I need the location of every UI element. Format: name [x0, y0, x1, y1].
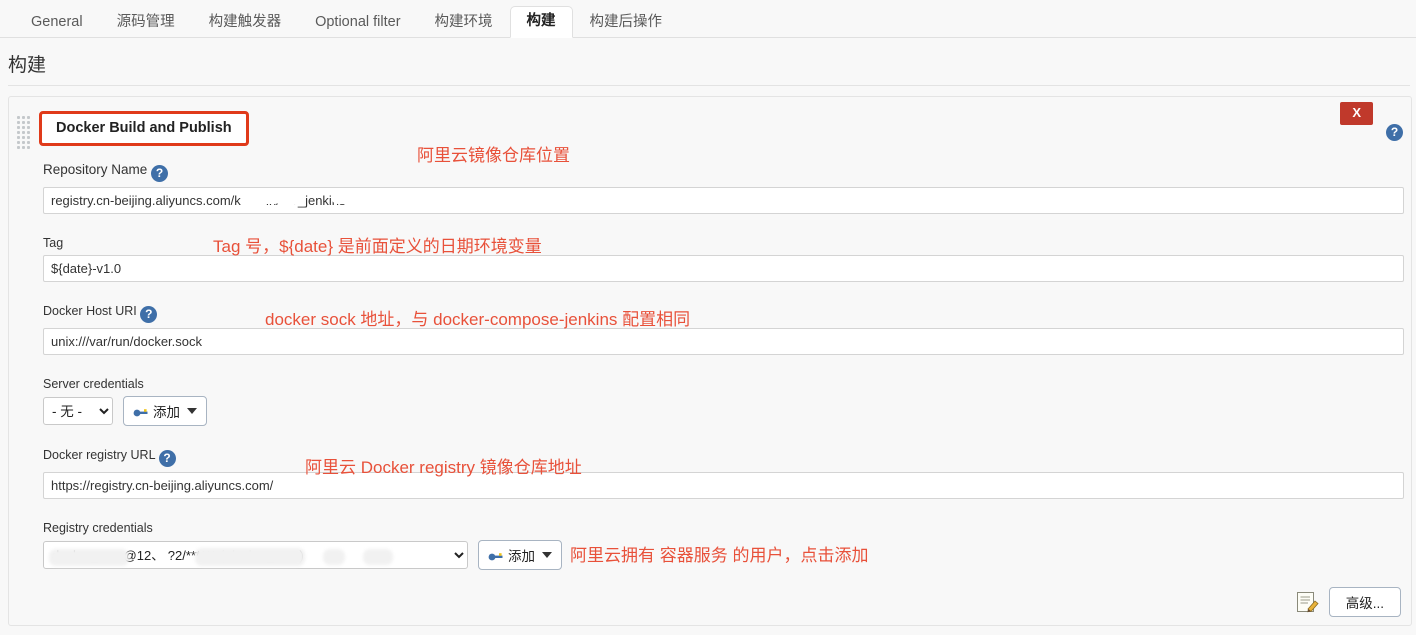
heading-divider [8, 85, 1410, 86]
server-credentials-row: - 无 - 添加 [43, 396, 1397, 426]
field-docker-host-uri: Docker Host URI ? [43, 304, 1404, 355]
docker-host-uri-label: Docker Host URI ? [43, 304, 1397, 323]
add-server-credentials-button[interactable]: 添加 [123, 396, 207, 426]
tab-6[interactable]: 构建后操作 [573, 7, 680, 39]
field-server-credentials: Server credentials - 无 - 添加 [43, 377, 1397, 426]
help-icon[interactable]: ? [158, 450, 176, 467]
tab-2[interactable]: 构建触发器 [192, 7, 299, 39]
tab-5[interactable]: 构建 [509, 5, 573, 38]
panel-footer-actions: 高级... [1295, 587, 1401, 617]
notepad-edit-icon[interactable] [1295, 590, 1319, 614]
registry-credentials-row: docker_user@12、 ?2/****** ( docker_user)… [43, 540, 1397, 570]
docker-registry-url-label-text: Docker registry URL [43, 448, 156, 462]
page-title: 构建 [8, 55, 47, 76]
help-icon[interactable]: ? [140, 306, 158, 323]
docker-registry-url-input[interactable] [43, 472, 1404, 499]
server-credentials-label: Server credentials [43, 377, 144, 391]
tag-label: Tag [43, 236, 64, 250]
tab-4[interactable]: 构建环境 [418, 7, 510, 39]
key-icon [133, 406, 149, 417]
repository-name-input[interactable] [43, 187, 1404, 214]
chevron-down-icon [187, 408, 197, 414]
docker-host-uri-input[interactable] [43, 328, 1404, 355]
field-repository-name: Repository Name ? [43, 162, 1404, 214]
chevron-down-icon [542, 552, 552, 558]
help-icon[interactable]: ? [151, 165, 169, 182]
add-registry-credentials-label: 添加 [508, 549, 535, 564]
build-step-title: Docker Build and Publish [39, 111, 249, 146]
repository-name-label: Repository Name ? [43, 162, 1397, 182]
field-docker-registry-url: Docker registry URL ? [43, 448, 1404, 499]
server-credentials-select[interactable]: - 无 - [43, 397, 113, 425]
tab-3[interactable]: Optional filter [298, 7, 417, 39]
help-icon[interactable]: ? [1386, 124, 1403, 141]
docker-host-uri-label-text: Docker Host URI [43, 304, 137, 318]
docker-registry-url-label: Docker registry URL ? [43, 448, 1397, 467]
registry-credentials-label: Registry credentials [43, 521, 153, 535]
delete-build-step-button[interactable]: X [1340, 102, 1373, 125]
tab-1[interactable]: 源码管理 [100, 7, 192, 39]
config-tab-bar: General 源码管理 构建触发器 Optional filter 构建环境 构建 构建后… [0, 0, 1416, 38]
repository-name-label-text: Repository Name [43, 162, 148, 177]
add-registry-credentials-button[interactable]: 添加 [478, 540, 562, 570]
key-icon [488, 550, 504, 561]
advanced-button[interactable]: 高级... [1328, 587, 1401, 617]
tag-input[interactable] [43, 255, 1404, 282]
build-step-panel: X ? Docker Build and Publish Repository … [8, 96, 1412, 626]
drag-handle-icon[interactable] [16, 115, 32, 149]
registry-credentials-select[interactable]: docker_user@12、 ?2/****** ( docker_user) [43, 541, 468, 569]
add-server-credentials-label: 添加 [153, 405, 180, 420]
tab-0[interactable]: General [14, 7, 100, 39]
field-registry-credentials: Registry credentials docker_user@12、 ?2/… [43, 521, 1397, 570]
field-tag: Tag [43, 236, 1404, 282]
